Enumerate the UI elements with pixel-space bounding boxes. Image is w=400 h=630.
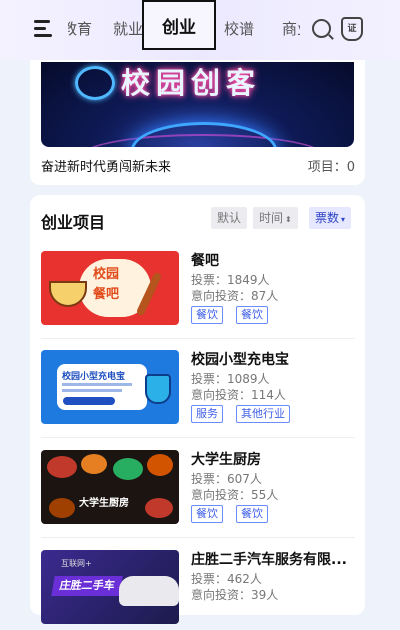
sort-label: 时间 — [259, 211, 284, 225]
certificate-icon[interactable]: 证 — [341, 17, 363, 41]
project-item[interactable]: 校园 餐吧 餐吧 投票：1849人 意向投资：87人 餐饮 餐饮 — [41, 251, 355, 331]
battery-shield-icon — [145, 374, 171, 404]
project-thumbnail[interactable]: 校园 餐吧 — [41, 251, 179, 325]
category-tag: 餐饮 — [236, 505, 268, 523]
tab-employment[interactable]: 就业 — [113, 18, 143, 39]
banner-card[interactable]: 校园创客 奋进新时代勇闯新未来 项目：0 — [30, 60, 365, 185]
dish-icon — [147, 454, 173, 476]
investment-intent: 意向投资：39人 — [191, 588, 279, 602]
divider — [41, 437, 355, 438]
project-item[interactable]: 互联网+ 庄胜二手车 庄胜二手汽车服务有限... 投票：462人 意向投资：39… — [41, 550, 355, 630]
vote-count: 投票：607人 — [191, 472, 262, 486]
investment-intent: 意向投资：55人 — [191, 488, 279, 502]
banner-title: 校园创客 — [121, 66, 262, 100]
vote-count: 投票：1849人 — [191, 273, 270, 287]
dish-icon — [145, 498, 173, 518]
divider — [41, 338, 355, 339]
tab-entrepreneurship[interactable]: 创业 — [142, 0, 216, 50]
sort-label: 票数 — [315, 211, 340, 225]
tab-business[interactable]: 商业 — [282, 18, 300, 39]
car-icon — [119, 576, 179, 606]
tab-school-rank[interactable]: 校谱 — [224, 18, 254, 39]
slogan: 奋进新时代勇闯新未来 — [41, 160, 172, 175]
thumbnail-line: 校园 — [93, 267, 120, 282]
project-item[interactable]: 大学生厨房 大学生厨房 投票：607人 意向投资：55人 餐饮 餐饮 — [41, 450, 355, 530]
banner-logo-icon — [75, 66, 115, 100]
noodle-bowl-icon — [49, 281, 87, 307]
thumbnail-text: 校园小型充电宝 — [62, 372, 126, 382]
thumbnail-text: 互联网+ — [61, 559, 92, 568]
sort-time-button[interactable]: 时间 ⬍ — [253, 207, 298, 229]
thumbnail-text: 校园 餐吧 — [93, 265, 119, 305]
banner-image[interactable]: 校园创客 — [41, 62, 354, 147]
sort-votes-button[interactable]: 票数 ▾ — [309, 207, 352, 229]
investment-intent: 意向投资：87人 — [191, 289, 279, 303]
top-nav-bar: 教育 就业 创业 校谱 商业 证 — [0, 0, 400, 60]
category-tag: 服务 — [191, 405, 223, 423]
thumbnail-decoration — [62, 389, 122, 392]
project-item[interactable]: 校园小型充电宝 校园小型充电宝 投票：1089人 意向投资：114人 服务 其他… — [41, 350, 355, 430]
dish-icon — [81, 454, 107, 474]
sort-label: 默认 — [217, 211, 242, 225]
dish-icon — [47, 456, 77, 478]
category-tag: 餐饮 — [236, 306, 268, 324]
dish-icon — [113, 458, 143, 480]
sort-default-button[interactable]: 默认 — [211, 207, 248, 229]
category-tag: 其他行业 — [236, 405, 290, 423]
search-icon[interactable] — [312, 19, 331, 38]
menu-icon[interactable] — [34, 18, 52, 38]
project-thumbnail[interactable]: 校园小型充电宝 — [41, 350, 179, 424]
project-title[interactable]: 大学生厨房 — [191, 449, 261, 469]
thumbnail-decoration — [63, 397, 115, 405]
tab-education[interactable]: 教育 — [68, 18, 92, 39]
thumbnail-text: 庄胜二手车 — [51, 576, 123, 596]
section-title: 创业项目 — [41, 213, 106, 232]
project-title[interactable]: 餐吧 — [191, 250, 219, 270]
vote-count: 投票：1089人 — [191, 372, 270, 386]
banner-decoration — [131, 122, 277, 147]
project-thumbnail[interactable]: 大学生厨房 — [41, 450, 179, 524]
project-title[interactable]: 校园小型充电宝 — [191, 349, 289, 369]
dish-icon — [49, 498, 75, 518]
project-title[interactable]: 庄胜二手汽车服务有限... — [191, 549, 347, 569]
thumbnail-decoration — [62, 383, 132, 386]
thumbnail-text: 大学生厨房 — [79, 498, 129, 509]
project-thumbnail[interactable]: 互联网+ 庄胜二手车 — [41, 550, 179, 624]
sort-arrows-icon: ⬍ — [285, 215, 292, 224]
category-tag: 餐饮 — [191, 306, 223, 324]
sort-desc-icon: ▾ — [341, 215, 346, 224]
projects-card: 创业项目 默认 时间 ⬍ 票数 ▾ 校园 餐吧 餐吧 投票：1849人 意向投资：8… — [30, 195, 365, 624]
investment-intent: 意向投资：114人 — [191, 388, 286, 402]
divider — [41, 537, 355, 538]
project-count: 项目：0 — [307, 160, 355, 175]
category-tag: 餐饮 — [191, 505, 223, 523]
vote-count: 投票：462人 — [191, 572, 262, 586]
thumbnail-line: 餐吧 — [93, 287, 120, 302]
